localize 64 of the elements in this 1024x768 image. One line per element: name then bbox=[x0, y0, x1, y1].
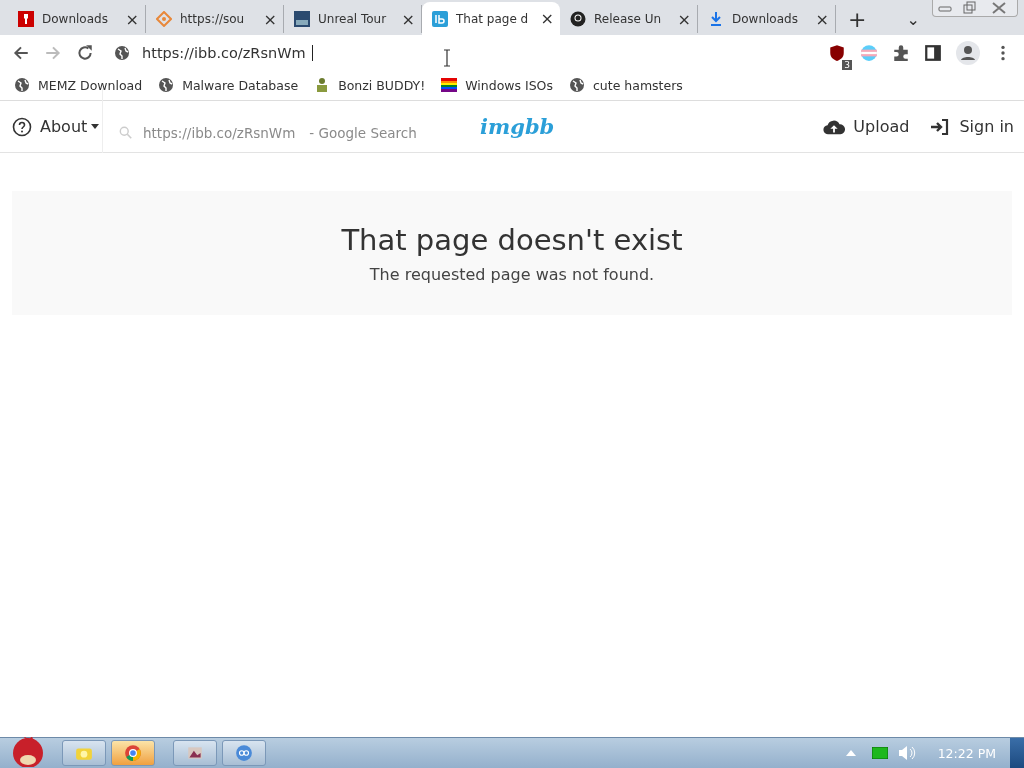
close-tab-button[interactable]: × bbox=[125, 9, 139, 29]
game-icon bbox=[294, 11, 310, 27]
bookmark[interactable]: Windows ISOs bbox=[441, 77, 553, 93]
volume-icon[interactable] bbox=[897, 745, 916, 761]
taskbar-button[interactable] bbox=[62, 740, 106, 766]
tab-title: https://sou bbox=[180, 12, 246, 26]
profile-icon[interactable] bbox=[956, 40, 980, 65]
tab-search-button[interactable]: ⌄ bbox=[906, 10, 920, 29]
error-message: The requested page was not found. bbox=[369, 264, 655, 284]
browser-tab[interactable]: https://sou × bbox=[146, 5, 284, 33]
globe-icon bbox=[14, 77, 30, 93]
tab-title: That page d bbox=[456, 11, 530, 26]
network-icon[interactable] bbox=[871, 747, 888, 759]
bookmark[interactable]: cute hamsters bbox=[568, 77, 683, 93]
close-tab-button[interactable]: × bbox=[815, 9, 829, 29]
taskbar-button[interactable] bbox=[111, 740, 155, 766]
tab-title: Downloads bbox=[42, 12, 109, 26]
clock: 12:22 PM bbox=[937, 745, 996, 761]
browser-tab[interactable]: Downloads × bbox=[8, 5, 146, 33]
sign-in-link[interactable]: Sign in bbox=[929, 117, 1014, 136]
browser-tab[interactable]: Unreal Tour × bbox=[284, 5, 422, 33]
browser-tab[interactable]: Release Un × bbox=[560, 5, 698, 33]
close-tab-button[interactable]: × bbox=[263, 9, 277, 29]
address-bar[interactable]: https://ibb.co/zRsnWm bbox=[142, 44, 313, 61]
shield-icon[interactable] bbox=[828, 43, 846, 62]
bookmark[interactable]: Malware Database bbox=[158, 77, 299, 93]
browser-tab[interactable]: Downloads × bbox=[698, 5, 836, 33]
text-cursor-icon bbox=[443, 48, 451, 67]
globe-icon bbox=[568, 77, 585, 93]
globe-icon bbox=[114, 44, 130, 61]
chrome-icon bbox=[124, 744, 142, 762]
browser-tab[interactable]: That page d × bbox=[422, 2, 560, 35]
tab-title: Unreal Tour bbox=[318, 12, 388, 26]
download-icon bbox=[708, 11, 724, 27]
help-icon bbox=[12, 116, 32, 137]
site-icon bbox=[235, 744, 253, 762]
new-tab-button[interactable]: + bbox=[848, 7, 867, 32]
extension-badge: 3 bbox=[842, 59, 852, 70]
tab-title: Release Un bbox=[594, 12, 663, 26]
rainbow-flag-icon bbox=[441, 77, 458, 93]
taskbar-button[interactable] bbox=[222, 740, 266, 766]
search-suggestion[interactable]: https://ibb.co/zRsnWm - Google Search bbox=[119, 125, 417, 141]
globe-icon bbox=[158, 77, 175, 93]
bookmark[interactable]: MEMZ Download bbox=[14, 77, 143, 93]
about-menu[interactable]: About bbox=[12, 116, 100, 137]
close-tab-button[interactable]: × bbox=[677, 9, 691, 29]
close-tab-button[interactable]: × bbox=[401, 9, 415, 29]
error-title: That page doesn't exist bbox=[341, 222, 683, 257]
search-icon bbox=[119, 126, 133, 140]
site-icon bbox=[432, 10, 448, 27]
tray-arrow-icon[interactable] bbox=[845, 750, 856, 756]
tab-title: Downloads bbox=[732, 12, 799, 26]
caret-icon bbox=[91, 124, 100, 129]
wrench-icon bbox=[18, 11, 34, 27]
puzzle-icon[interactable] bbox=[892, 43, 910, 62]
reload-icon[interactable] bbox=[76, 43, 94, 62]
close-tab-button[interactable]: × bbox=[540, 9, 554, 28]
taskbar-button[interactable] bbox=[173, 740, 217, 766]
bookmark[interactable]: Bonzi BUDDY! bbox=[314, 77, 426, 93]
upload-link[interactable]: Upload bbox=[823, 117, 910, 136]
side-panel-icon[interactable] bbox=[924, 43, 942, 62]
flag-icon[interactable] bbox=[860, 43, 878, 62]
diamond-icon bbox=[156, 11, 172, 27]
image-icon bbox=[186, 744, 204, 762]
